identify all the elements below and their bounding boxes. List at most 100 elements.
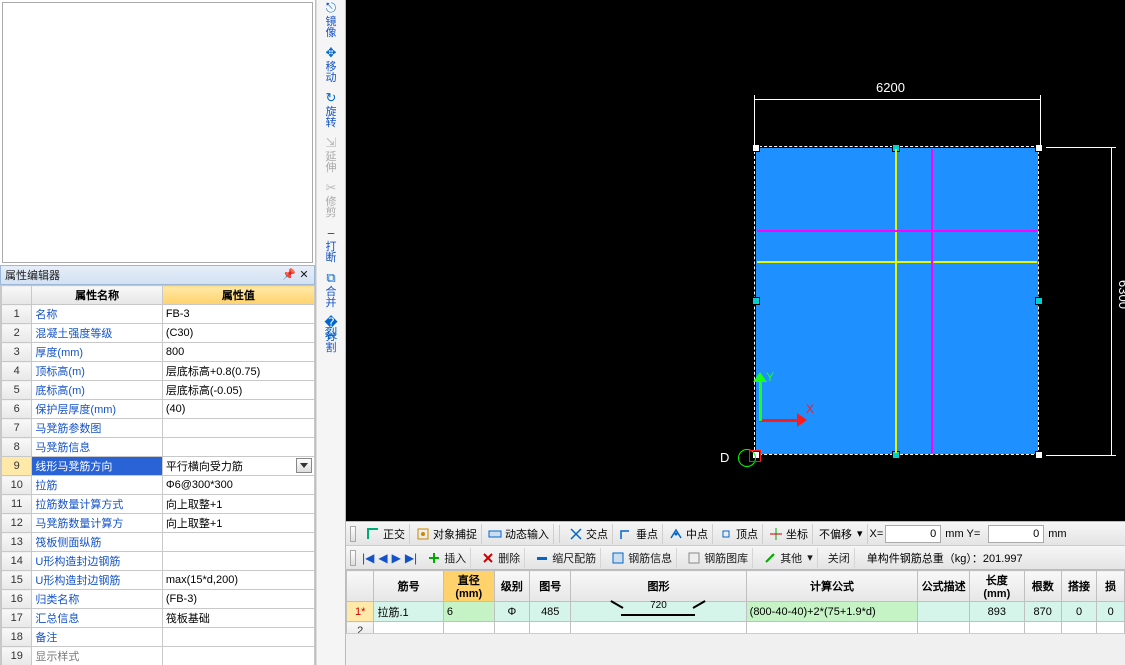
snap-top[interactable]: 顶点	[715, 524, 763, 544]
pin-icon[interactable]: 📌	[282, 269, 294, 281]
property-row[interactable]: 13筏板侧面纵筋	[2, 533, 315, 552]
scale-rebar-button[interactable]: 缩尺配筋	[531, 548, 601, 568]
osnap-toggle[interactable]: 对象捕捉	[412, 524, 482, 544]
grid-line	[895, 149, 897, 453]
property-row[interactable]: 6保护层厚度(mm)(40)	[2, 400, 315, 419]
property-row[interactable]: 16归类名称(FB-3)	[2, 590, 315, 609]
dyninput-toggle[interactable]: 动态输入	[484, 524, 554, 544]
rebar-info-button[interactable]: 钢筋信息	[607, 548, 677, 568]
dim-ext-line	[754, 95, 755, 150]
arrow-up-icon	[753, 372, 767, 382]
rebar-col-header[interactable]: 图形	[571, 571, 746, 602]
resize-handle[interactable]	[1035, 297, 1043, 305]
rebar-col-header[interactable]	[347, 571, 374, 602]
grip-icon[interactable]	[350, 550, 356, 566]
close-button[interactable]: 关闭	[824, 548, 855, 568]
app-root: 属性编辑器 📌 ✕ 属性名称 属性值 1名称FB-32混凝土强度等级(C30)3…	[0, 0, 1125, 665]
property-row[interactable]: 5底标高(m)层底标高(-0.05)	[2, 381, 315, 400]
grip-icon[interactable]	[350, 526, 356, 542]
vtool-合并[interactable]: ⧉合并	[319, 272, 343, 309]
property-grid[interactable]: 属性名称 属性值 1名称FB-32混凝土强度等级(C30)3厚度(mm)8004…	[0, 285, 315, 665]
x-input[interactable]	[885, 525, 941, 543]
offset-mode-select[interactable]: 不偏移 ▾	[815, 524, 868, 544]
rebar-grid[interactable]: 筋号直径(mm)级别图号图形计算公式公式描述长度(mm)根数搭接损 1* 拉筋.…	[346, 569, 1125, 633]
vtool-移动[interactable]: ✥移动	[319, 47, 343, 84]
property-panel-titlebar[interactable]: 属性编辑器 📌 ✕	[0, 265, 315, 285]
insert-button[interactable]: 插入	[423, 548, 471, 568]
resize-handle[interactable]	[1035, 144, 1043, 152]
property-row[interactable]: 12马凳筋数量计算方向上取整+1	[2, 514, 315, 533]
rebar-col-header[interactable]: 图号	[530, 571, 571, 602]
property-row[interactable]: 17汇总信息筏板基础	[2, 609, 315, 628]
rebar-col-header[interactable]: 根数	[1024, 571, 1061, 602]
axis-y-label: Y	[766, 370, 774, 384]
rebar-col-header[interactable]: 搭接	[1061, 571, 1097, 602]
vtool-镜像[interactable]: ⎋镜像	[319, 2, 343, 39]
right-area: 6200 6300 X Y D	[346, 0, 1125, 665]
property-row[interactable]: 3厚度(mm)800	[2, 343, 315, 362]
rebar-col-header[interactable]: 计算公式	[746, 571, 918, 602]
nav-prev-icon[interactable]: ◀	[378, 551, 387, 565]
property-panel-title: 属性编辑器	[5, 267, 60, 283]
close-icon[interactable]: ✕	[298, 269, 310, 281]
resize-handle[interactable]	[1035, 451, 1043, 459]
y-unit: mm	[1048, 528, 1066, 540]
property-row[interactable]: 10拉筋Φ6@300*300	[2, 476, 315, 495]
property-row[interactable]: 4顶标高(m)层底标高+0.8(0.75)	[2, 362, 315, 381]
snap-cross[interactable]: 交点	[565, 524, 613, 544]
delete-button[interactable]: 删除	[477, 548, 525, 568]
property-row[interactable]: 19显示样式	[2, 647, 315, 665]
property-row[interactable]: 14U形构造封边钢筋	[2, 552, 315, 571]
property-row[interactable]: 2混凝土强度等级(C30)	[2, 324, 315, 343]
tree-panel-blank	[2, 2, 313, 263]
property-row[interactable]: 15U形构造封边钢筋max(15*d,200)	[2, 571, 315, 590]
property-row[interactable]: 9线形马凳筋方向平行横向受力筋	[2, 457, 315, 476]
rebar-line	[931, 149, 933, 453]
resize-handle[interactable]	[752, 297, 760, 305]
vtool-旋转[interactable]: ↻旋转	[319, 92, 343, 129]
grid-line	[757, 261, 1037, 263]
property-row[interactable]: 1名称FB-3	[2, 305, 315, 324]
rebar-col-header[interactable]: 筋号	[374, 571, 443, 602]
dimension-top: 6200	[876, 80, 905, 95]
vtool-修剪: ✂修剪	[319, 182, 343, 219]
rebar-col-header[interactable]: 长度(mm)	[969, 571, 1024, 602]
dim-ext-line	[1046, 455, 1116, 456]
table-row[interactable]: 1* 拉筋.1 6 Φ 485 720 (800-40-40)+2*(75+1.…	[347, 602, 1125, 622]
rebar-col-header[interactable]: 损	[1097, 571, 1125, 602]
drawing-canvas[interactable]: 6200 6300 X Y D	[346, 0, 1125, 521]
ucs-x-axis	[759, 419, 799, 422]
y-input[interactable]	[988, 525, 1044, 543]
snap-perp[interactable]: 垂点	[615, 524, 663, 544]
vtool-打断[interactable]: ⎯打断	[319, 227, 343, 264]
property-row[interactable]: 7马凳筋参数图	[2, 419, 315, 438]
rebar-col-header[interactable]: 级别	[494, 571, 530, 602]
rebar-col-header[interactable]: 公式描述	[918, 571, 970, 602]
col-prop-name[interactable]: 属性名称	[32, 286, 162, 305]
origin-marker	[749, 450, 761, 462]
y-label: mm Y=	[945, 528, 980, 540]
vtool-分割[interactable]: �裂分割	[319, 317, 343, 354]
dropdown-arrow-icon[interactable]	[296, 458, 312, 473]
dim-line	[754, 99, 1041, 100]
dim-ext-line	[1040, 95, 1041, 150]
rebar-toolbar: |◀ ◀ ▶ ▶| 插入 删除 缩尺配筋 钢筋信息	[346, 545, 1125, 569]
rebar-library-button[interactable]: 钢筋图库	[683, 548, 753, 568]
property-row[interactable]: 18备注	[2, 628, 315, 647]
dimension-right: 6300	[1116, 280, 1125, 309]
left-panel: 属性编辑器 📌 ✕ 属性名称 属性值 1名称FB-32混凝土强度等级(C30)3…	[0, 0, 316, 665]
property-row[interactable]: 8马凳筋信息	[2, 438, 315, 457]
table-row[interactable]: 2	[347, 622, 1125, 634]
snap-mid[interactable]: 中点	[665, 524, 713, 544]
nav-first-icon[interactable]: |◀	[362, 551, 374, 565]
nav-last-icon[interactable]: ▶|	[405, 551, 417, 565]
property-row[interactable]: 11拉筋数量计算方式向上取整+1	[2, 495, 315, 514]
ortho-toggle[interactable]: 正交	[362, 524, 410, 544]
other-button[interactable]: 其他▾	[759, 548, 818, 568]
nav-next-icon[interactable]: ▶	[392, 551, 401, 565]
dim-line	[1111, 147, 1112, 456]
rebar-col-header[interactable]: 直径(mm)	[443, 571, 494, 602]
snap-coord[interactable]: 坐标	[765, 524, 813, 544]
dim-ext-line	[1046, 147, 1116, 148]
col-prop-value[interactable]: 属性值	[162, 286, 314, 305]
